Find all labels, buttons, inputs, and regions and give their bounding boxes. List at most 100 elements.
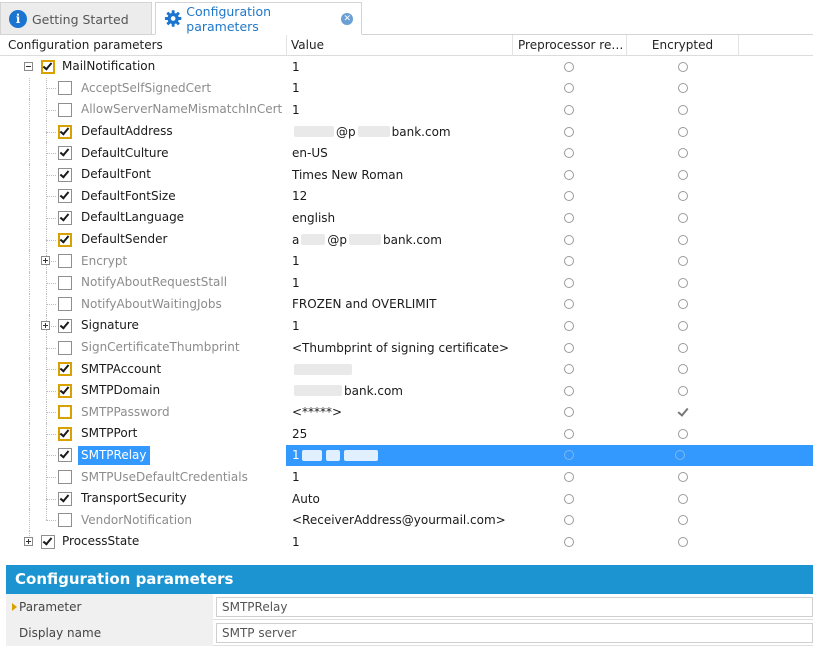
property-value-parameter[interactable]: SMTPRelay bbox=[216, 597, 813, 617]
preprocessor-cell[interactable] bbox=[512, 337, 626, 359]
param-value-cell[interactable]: 1 bbox=[286, 99, 512, 121]
table-row[interactable]: Signature 1 bbox=[0, 315, 813, 337]
enable-checkbox[interactable] bbox=[58, 146, 72, 161]
table-row[interactable]: DefaultFont Times New Roman bbox=[0, 163, 813, 186]
preprocessor-radio-icon[interactable] bbox=[564, 148, 574, 159]
expand-icon[interactable] bbox=[41, 256, 50, 266]
encrypted-cell[interactable] bbox=[626, 207, 739, 229]
column-header-preprocessor[interactable]: Preprocessor rel... bbox=[512, 35, 626, 56]
property-row-parameter[interactable]: Parameter SMTPRelay bbox=[6, 594, 813, 620]
encrypted-radio-icon[interactable] bbox=[675, 450, 685, 461]
enable-checkbox[interactable] bbox=[41, 59, 55, 74]
preprocessor-cell[interactable] bbox=[512, 358, 626, 380]
encrypted-cell[interactable] bbox=[626, 56, 739, 78]
encrypted-cell[interactable] bbox=[626, 466, 739, 488]
table-row[interactable]: SMTPPort 25 bbox=[0, 423, 813, 445]
preprocessor-cell[interactable] bbox=[512, 444, 626, 467]
encrypted-cell[interactable] bbox=[626, 294, 739, 316]
preprocessor-cell[interactable] bbox=[512, 207, 626, 229]
enable-checkbox[interactable] bbox=[58, 405, 72, 420]
enable-checkbox[interactable] bbox=[41, 534, 55, 549]
preprocessor-radio-icon[interactable] bbox=[564, 277, 574, 288]
encrypted-cell[interactable] bbox=[626, 229, 739, 251]
preprocessor-radio-icon[interactable] bbox=[564, 428, 574, 439]
encrypted-radio-icon[interactable] bbox=[677, 191, 688, 202]
table-row[interactable]: SMTPUseDefaultCredentials 1 bbox=[0, 466, 813, 488]
encrypted-radio-icon[interactable] bbox=[677, 277, 688, 288]
param-value-cell[interactable]: 1 bbox=[286, 250, 512, 272]
param-value-cell[interactable] bbox=[286, 358, 512, 380]
enable-checkbox[interactable] bbox=[58, 167, 72, 182]
table-row[interactable]: SignCertificateThumbprint <Thumbprint of … bbox=[0, 336, 813, 359]
enable-checkbox[interactable] bbox=[58, 513, 72, 528]
param-value-cell[interactable]: 12 bbox=[286, 186, 512, 208]
preprocessor-cell[interactable] bbox=[512, 186, 626, 208]
encrypted-cell[interactable] bbox=[626, 509, 739, 531]
encrypted-radio-icon[interactable] bbox=[677, 104, 688, 115]
expand-icon[interactable] bbox=[41, 320, 50, 330]
table-row[interactable]: NotifyAboutRequestStall 1 bbox=[0, 271, 813, 294]
enable-checkbox[interactable] bbox=[58, 210, 72, 225]
preprocessor-radio-icon[interactable] bbox=[564, 342, 574, 353]
enable-checkbox[interactable] bbox=[58, 102, 72, 117]
preprocessor-radio-icon[interactable] bbox=[564, 83, 574, 94]
encrypted-cell[interactable] bbox=[626, 337, 739, 359]
encrypted-cell[interactable] bbox=[626, 423, 739, 445]
preprocessor-radio-icon[interactable] bbox=[564, 536, 574, 547]
encrypted-radio-icon[interactable] bbox=[677, 148, 688, 159]
table-row[interactable]: AcceptSelfSignedCert 1 bbox=[0, 77, 813, 100]
tab-getting-started[interactable]: i Getting Started bbox=[0, 2, 152, 35]
param-value-cell[interactable]: <ReceiverAddress@yourmail.com> bbox=[286, 509, 512, 531]
enable-checkbox[interactable] bbox=[58, 297, 72, 312]
preprocessor-radio-icon[interactable] bbox=[564, 493, 574, 504]
encrypted-radio-icon[interactable] bbox=[677, 126, 688, 137]
param-value-cell[interactable]: bank.com bbox=[286, 380, 512, 402]
preprocessor-radio-icon[interactable] bbox=[564, 126, 574, 137]
preprocessor-cell[interactable] bbox=[512, 380, 626, 402]
param-value-cell[interactable]: Auto bbox=[286, 488, 512, 510]
preprocessor-cell[interactable] bbox=[512, 466, 626, 488]
preprocessor-cell[interactable] bbox=[512, 315, 626, 337]
param-value-cell[interactable]: en-US bbox=[286, 142, 512, 164]
encrypted-radio-icon[interactable] bbox=[677, 515, 688, 526]
enable-checkbox[interactable] bbox=[58, 81, 72, 96]
param-value-cell[interactable]: a @p bank.com bbox=[286, 229, 512, 251]
enable-checkbox[interactable] bbox=[58, 189, 72, 204]
encrypted-cell[interactable] bbox=[626, 380, 739, 402]
encrypted-cell[interactable] bbox=[626, 272, 739, 294]
encrypted-radio-icon[interactable] bbox=[677, 212, 688, 223]
enable-checkbox[interactable] bbox=[58, 426, 72, 441]
preprocessor-cell[interactable] bbox=[512, 402, 626, 424]
encrypted-radio-icon[interactable] bbox=[677, 234, 688, 245]
enable-checkbox[interactable] bbox=[58, 448, 72, 463]
preprocessor-radio-icon[interactable] bbox=[564, 299, 574, 310]
encrypted-radio-icon[interactable] bbox=[677, 299, 688, 310]
preprocessor-cell[interactable] bbox=[512, 78, 626, 100]
property-value-display-name[interactable]: SMTP server bbox=[216, 623, 813, 643]
preprocessor-radio-icon[interactable] bbox=[564, 450, 574, 461]
preprocessor-radio-icon[interactable] bbox=[564, 364, 574, 375]
table-row[interactable]: AllowServerNameMismatchInCert 1 bbox=[0, 99, 813, 121]
encrypted-radio-icon[interactable] bbox=[677, 385, 688, 396]
close-icon[interactable]: ✕ bbox=[341, 12, 353, 25]
param-value-cell[interactable]: 1 bbox=[286, 466, 512, 488]
encrypted-radio-icon[interactable] bbox=[677, 169, 688, 180]
enable-checkbox[interactable] bbox=[58, 491, 72, 506]
expand-icon[interactable] bbox=[24, 536, 33, 546]
tab-configuration-parameters[interactable]: Configuration parameters ✕ bbox=[155, 2, 362, 35]
param-value-cell[interactable]: 1 bbox=[286, 78, 512, 100]
encrypted-cell[interactable] bbox=[626, 164, 739, 186]
table-row[interactable]: DefaultLanguage english bbox=[0, 207, 813, 229]
encrypted-radio-icon[interactable] bbox=[677, 256, 688, 267]
preprocessor-radio-icon[interactable] bbox=[564, 104, 574, 115]
table-row[interactable]: DefaultAddress @p bank.com bbox=[0, 120, 813, 143]
preprocessor-cell[interactable] bbox=[512, 56, 626, 78]
preprocessor-radio-icon[interactable] bbox=[564, 407, 574, 418]
preprocessor-cell[interactable] bbox=[512, 164, 626, 186]
enable-checkbox[interactable] bbox=[58, 318, 72, 333]
preprocessor-radio-icon[interactable] bbox=[564, 515, 574, 526]
param-value-cell[interactable]: Times New Roman bbox=[286, 164, 512, 186]
param-value-cell[interactable]: 1 bbox=[286, 56, 512, 78]
encrypted-radio-icon[interactable] bbox=[677, 61, 688, 72]
table-row[interactable]: TransportSecurity Auto bbox=[0, 487, 813, 510]
